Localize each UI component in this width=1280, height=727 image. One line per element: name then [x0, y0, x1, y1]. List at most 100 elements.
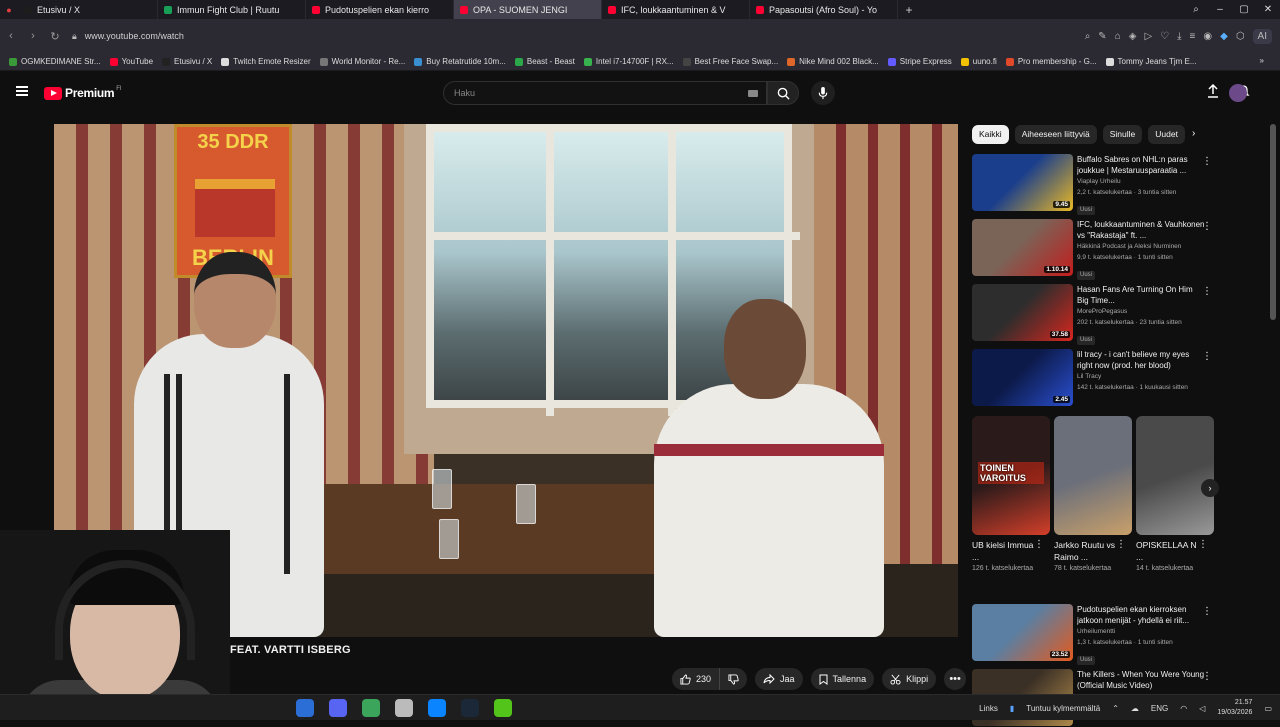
- browser-tab[interactable]: Papasoutsi (Afro Soul) - Yo: [750, 0, 898, 19]
- menu-icon[interactable]: ≡: [1190, 31, 1196, 42]
- recommended-video[interactable]: 9.45 Buffalo Sabres on NHL:n paras joukku…: [972, 154, 1217, 215]
- like-button[interactable]: 230: [672, 668, 721, 690]
- video-title[interactable]: Hasan Fans Are Turning On Him Big Time..…: [1077, 284, 1205, 306]
- wifi-icon[interactable]: ◠: [1180, 704, 1187, 713]
- onedrive-icon[interactable]: ☁: [1131, 704, 1139, 713]
- upload-icon[interactable]: [1206, 84, 1220, 98]
- clip-button[interactable]: Klippi: [882, 668, 937, 690]
- bookmark-item[interactable]: Pro membership - G...: [1005, 57, 1097, 66]
- video-title[interactable]: Pudotuspelien ekan kierroksen jatkoon me…: [1077, 604, 1205, 626]
- ai-button[interactable]: AI: [1252, 28, 1272, 44]
- more-vertical-icon[interactable]: ⋮: [1034, 539, 1044, 550]
- notifications-icon[interactable]: ▭: [1264, 704, 1272, 713]
- video-thumbnail[interactable]: 9.45: [972, 154, 1073, 211]
- account-avatar[interactable]: [1229, 84, 1247, 102]
- volume-icon[interactable]: ◁: [1199, 704, 1205, 713]
- video-thumbnail[interactable]: 2.45: [972, 349, 1073, 406]
- filter-chip[interactable]: Uudet: [1148, 124, 1185, 144]
- more-vertical-icon[interactable]: ⋮: [1202, 221, 1212, 232]
- short-thumbnail[interactable]: [1136, 416, 1214, 535]
- filter-chip[interactable]: Sinulle: [1102, 124, 1143, 144]
- more-vertical-icon[interactable]: ⋮: [1202, 156, 1212, 167]
- taskbar-app-icon[interactable]: [494, 699, 512, 717]
- bookmark-item[interactable]: Twitch Emote Resizer: [221, 57, 311, 66]
- video-title[interactable]: The Killers - When You Were Young (Offic…: [1077, 669, 1205, 691]
- short-title[interactable]: UB kielsi Immua ...: [972, 539, 1034, 563]
- save-button[interactable]: Tallenna: [810, 668, 875, 690]
- browser-tab[interactable]: Immun Fight Club | Ruutu: [158, 0, 306, 19]
- search-icon[interactable]: ⌕: [1184, 4, 1208, 15]
- links-toolbar[interactable]: Links: [979, 704, 998, 713]
- bookmark-item[interactable]: Best Free Face Swap...: [682, 57, 778, 66]
- recommended-video[interactable]: 2.45 lil tracy - i can't believe my eyes …: [972, 349, 1217, 407]
- bookmark-item[interactable]: Tommy Jeans Tjm E...: [1105, 57, 1197, 66]
- close-button[interactable]: ✕: [1256, 4, 1280, 15]
- filter-chip[interactable]: Aiheeseen liittyviä: [1014, 124, 1097, 144]
- more-vertical-icon[interactable]: ⋮: [1202, 671, 1212, 682]
- bookmark-item[interactable]: uuno.fi: [960, 57, 997, 66]
- bookmark-item[interactable]: Intel i7-14700F | RX...: [583, 57, 674, 66]
- video-title[interactable]: Buffalo Sabres on NHL:n paras joukkue | …: [1077, 154, 1205, 176]
- more-vertical-icon[interactable]: ⋮: [1116, 539, 1126, 550]
- more-vertical-icon[interactable]: ⋮: [1198, 539, 1208, 550]
- play-icon[interactable]: ▷: [1144, 31, 1152, 42]
- video-thumbnail[interactable]: 1.10.14: [972, 219, 1073, 276]
- more-vertical-icon[interactable]: ⋮: [1202, 351, 1212, 362]
- taskbar-app-icon[interactable]: [395, 699, 413, 717]
- minimize-button[interactable]: –: [1208, 4, 1232, 15]
- channel-name[interactable]: Viaplay Urheilu: [1077, 176, 1205, 187]
- extension-icon[interactable]: ◆: [1220, 31, 1228, 42]
- bookmark-item[interactable]: Buy Retatrutide 10m...: [414, 57, 506, 66]
- system-clock[interactable]: 21.57 19/03/2026: [1217, 698, 1252, 718]
- browser-tab[interactable]: Etusivu / X: [18, 0, 158, 19]
- more-vertical-icon[interactable]: ⋮: [1202, 606, 1212, 617]
- bookmark-item[interactable]: YouTube: [109, 57, 153, 66]
- recommended-video[interactable]: 37.58 Hasan Fans Are Turning On Him Big T…: [972, 284, 1217, 345]
- shield-icon[interactable]: ◈: [1129, 31, 1137, 42]
- home-icon[interactable]: ⌂: [1115, 31, 1121, 42]
- short-thumbnail[interactable]: [1054, 416, 1132, 535]
- short-title[interactable]: Jarkko Ruutu vs Raimo ...: [1054, 539, 1116, 563]
- cube-icon[interactable]: ⬡: [1236, 31, 1245, 42]
- maximize-button[interactable]: ▢: [1232, 4, 1256, 15]
- bookmarks-overflow-icon[interactable]: »: [1260, 56, 1264, 65]
- forward-button[interactable]: ›: [22, 30, 44, 42]
- weather-text[interactable]: Tuntuu kylmemmältä: [1026, 704, 1100, 713]
- language-indicator[interactable]: ENG: [1151, 704, 1168, 713]
- new-tab-button[interactable]: +: [898, 3, 920, 17]
- search-input[interactable]: Haku: [443, 81, 767, 105]
- bookmark-item[interactable]: OGMKEDIMANE Str...: [9, 57, 101, 66]
- profile-icon[interactable]: ◉: [1203, 31, 1212, 42]
- video-title[interactable]: lil tracy - i can't believe my eyes righ…: [1077, 349, 1205, 371]
- video-thumbnail[interactable]: 37.58: [972, 284, 1073, 341]
- edit-icon[interactable]: ✎: [1098, 31, 1106, 42]
- page-scrollbar[interactable]: [1270, 124, 1276, 320]
- address-bar[interactable]: 🔒︎ www.youtube.com/watch: [72, 25, 1072, 47]
- recommended-video[interactable]: 1.10.14 IFC, loukkaantuminen & Vauhkonen …: [972, 219, 1217, 280]
- short-title[interactable]: OPISKELLAA N ...: [1136, 539, 1198, 563]
- short-thumbnail[interactable]: TOINEN VAROITUS: [972, 416, 1050, 535]
- more-actions-button[interactable]: •••: [944, 668, 967, 690]
- share-button[interactable]: Jaa: [755, 668, 803, 690]
- video-thumbnail[interactable]: 23.52: [972, 604, 1073, 661]
- browser-tab[interactable]: IFC, loukkaantuminen & V: [602, 0, 750, 19]
- channel-name[interactable]: MoreProPegasus: [1077, 306, 1205, 317]
- recommended-video[interactable]: 23.52 Pudotuspelien ekan kierroksen jatko…: [972, 604, 1217, 665]
- channel-name[interactable]: Häkkinä Podcast ja Aleksi Nurminen: [1077, 241, 1205, 252]
- browser-tab[interactable]: OPA - SUOMEN JENGI: [454, 0, 602, 19]
- channel-name[interactable]: Urheilumentti: [1077, 626, 1205, 637]
- bookmark-item[interactable]: World Monitor - Re...: [319, 57, 405, 66]
- video-title[interactable]: IFC, loukkaantuminen & Vauhkonen vs "Rak…: [1077, 219, 1205, 241]
- bookmark-item[interactable]: Etusivu / X: [162, 57, 212, 66]
- taskbar-app-icon[interactable]: [362, 699, 380, 717]
- filter-chip[interactable]: Kaikki: [972, 124, 1009, 144]
- reload-button[interactable]: ↻: [44, 30, 66, 43]
- voice-search-button[interactable]: [811, 81, 835, 105]
- taskbar-app-icon[interactable]: [329, 699, 347, 717]
- shorts-next-button[interactable]: ›: [1201, 479, 1219, 497]
- search-button[interactable]: [767, 81, 799, 105]
- zoom-icon[interactable]: ⌕: [1085, 31, 1091, 42]
- more-vertical-icon[interactable]: ⋮: [1202, 286, 1212, 297]
- browser-tab[interactable]: Pudotuspelien ekan kierro: [306, 0, 454, 19]
- channel-name[interactable]: Lil Tracy: [1077, 371, 1205, 382]
